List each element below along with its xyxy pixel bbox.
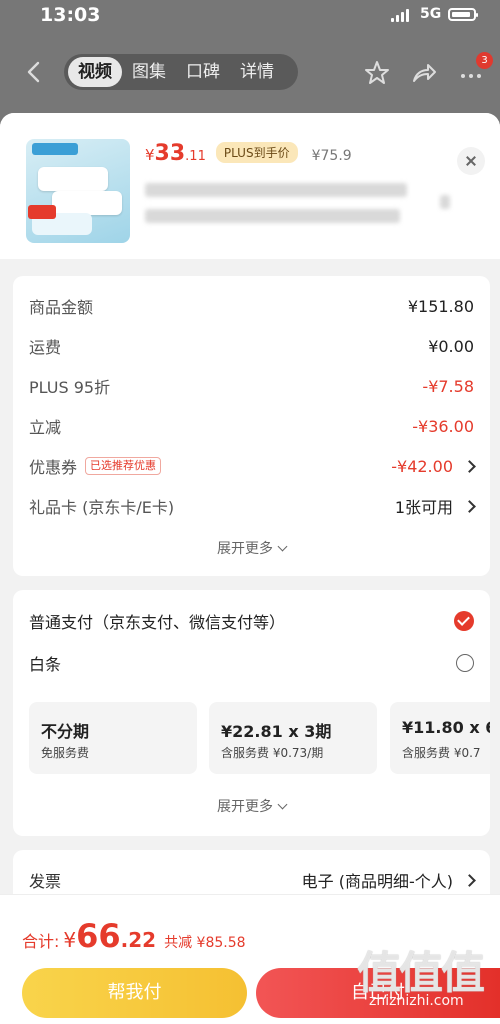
- invoice-label: 发票: [29, 872, 62, 891]
- tab-video[interactable]: 视频: [68, 57, 122, 87]
- chevron-right-icon: [463, 873, 476, 887]
- expand-label: 展开更多: [217, 799, 273, 815]
- summary-label: PLUS 95折: [29, 378, 111, 397]
- summary-label: 立减: [29, 418, 62, 437]
- tab-gallery[interactable]: 图集: [122, 57, 176, 87]
- summary-row-coupon[interactable]: 优惠券 已选推荐优惠 -¥42.00: [29, 452, 476, 480]
- payment-card: 普通支付（京东支付、微信支付等） 白条 不分期 免服务费 ¥22.81 x 3期…: [13, 590, 490, 836]
- summary-value: ¥0.00: [428, 336, 474, 356]
- installment-plan[interactable]: 不分期 免服务费: [29, 702, 197, 774]
- chevron-right-icon: [463, 499, 476, 513]
- close-button[interactable]: [457, 147, 485, 175]
- tab-details[interactable]: 详情: [230, 57, 284, 87]
- summary-row-giftcard[interactable]: 礼品卡 (京东卡/E卡) 1张可用: [29, 492, 476, 520]
- installment-plan[interactable]: ¥11.80 x 6 含服务费 ¥0.7: [390, 702, 490, 774]
- order-total: 合计: ¥ 66 .22 共减 ¥85.58: [22, 917, 246, 955]
- radio-unchecked-icon[interactable]: [456, 654, 474, 672]
- plan-fee: 含服务费 ¥0.73/期: [221, 746, 324, 760]
- site-watermark: 值值值 zhizhizhi.com: [357, 937, 497, 1012]
- watermark-logo: 值值值: [357, 948, 485, 999]
- invoice-row: 发票 电子 (商品明细-个人): [29, 866, 476, 894]
- product-qty-blurred: [440, 195, 450, 209]
- chevron-down-icon: [277, 799, 288, 810]
- total-label: 合计:: [22, 932, 60, 951]
- summary-label: 运费: [29, 338, 62, 357]
- coupon-tag: 已选推荐优惠: [85, 457, 162, 475]
- summary-value: ¥151.80: [407, 296, 474, 316]
- status-time: 13:03: [40, 4, 101, 26]
- product-price: ¥ 33 .11 PLUS到手价 ¥75.9: [145, 141, 352, 166]
- payment-option-baitiao[interactable]: 白条: [29, 648, 474, 678]
- plan-fee: 含服务费 ¥0.7: [402, 746, 481, 760]
- more-badge: 3: [476, 52, 493, 69]
- summary-row-goods: 商品金额 ¥151.80: [29, 292, 474, 320]
- total-savings: 共减 ¥85.58: [164, 935, 246, 951]
- share-icon[interactable]: [411, 60, 437, 86]
- top-nav: 视频 图集 口碑 详情 3: [0, 48, 500, 96]
- product-thumbnail: [26, 139, 130, 243]
- summary-value: -¥42.00: [391, 456, 453, 476]
- tab-reviews[interactable]: 口碑: [176, 57, 230, 87]
- payment-option-label: 普通支付（京东支付、微信支付等）: [29, 613, 286, 632]
- plan-title: ¥11.80 x 6: [402, 718, 490, 737]
- payment-option-label: 白条: [29, 655, 62, 674]
- help-me-pay-button[interactable]: 帮我付: [22, 968, 247, 1018]
- summary-value: -¥36.00: [412, 416, 474, 436]
- chevron-right-icon: [463, 459, 476, 473]
- plus-price-tag: PLUS到手价: [215, 142, 298, 163]
- price-symbol: ¥: [145, 146, 155, 164]
- plan-title: 不分期: [41, 722, 90, 741]
- watermark-url: zhizhizhi.com: [369, 993, 464, 1009]
- installment-plan[interactable]: ¥22.81 x 3期 含服务费 ¥0.73/期: [209, 702, 377, 774]
- checkout-bottom-bar: 合计: ¥ 66 .22 共减 ¥85.58 帮我付 自己付 值值值 zhizh…: [0, 894, 500, 1024]
- summary-label: 礼品卡 (京东卡/E卡): [29, 498, 175, 517]
- media-tabs: 视频 图集 口碑 详情: [64, 54, 298, 90]
- network-label: 5G: [420, 6, 442, 22]
- original-price: ¥75.9: [311, 148, 352, 164]
- invoice-value: 电子 (商品明细-个人): [301, 872, 453, 891]
- chevron-down-icon: [277, 541, 288, 552]
- total-symbol: ¥: [63, 928, 77, 952]
- star-icon[interactable]: [364, 60, 390, 86]
- summary-label: 商品金额: [29, 298, 94, 317]
- product-title-blurred: [145, 183, 407, 197]
- status-bar: 13:03 5G: [0, 0, 500, 32]
- summary-row-plus: PLUS 95折 -¥7.58: [29, 372, 474, 400]
- price-integer: 33: [154, 141, 186, 166]
- expand-more-payment[interactable]: 展开更多: [13, 796, 490, 816]
- back-icon[interactable]: [24, 60, 44, 84]
- summary-value: 1张可用: [394, 498, 453, 517]
- battery-icon: [448, 8, 478, 21]
- radio-checked-icon[interactable]: [454, 611, 474, 631]
- expand-label: 展开更多: [217, 541, 273, 557]
- summary-row-shipping: 运费 ¥0.00: [29, 332, 474, 360]
- summary-label: 优惠券: [29, 458, 78, 477]
- product-spec-blurred: [145, 209, 400, 223]
- checkout-sheet: ¥ 33 .11 PLUS到手价 ¥75.9 商品金额 ¥151.80 运费 ¥…: [0, 113, 500, 1023]
- plan-fee: 免服务费: [41, 746, 90, 760]
- price-summary-card: 商品金额 ¥151.80 运费 ¥0.00 PLUS 95折 -¥7.58 立减…: [13, 276, 490, 576]
- summary-value: -¥7.58: [422, 376, 474, 396]
- total-integer: 66: [76, 917, 121, 955]
- summary-row-discount: 立减 -¥36.00: [29, 412, 474, 440]
- product-header: ¥ 33 .11 PLUS到手价 ¥75.9: [0, 113, 500, 259]
- price-decimal: .11: [185, 149, 206, 164]
- installment-plans: 不分期 免服务费 ¥22.81 x 3期 含服务费 ¥0.73/期 ¥11.80…: [29, 702, 490, 774]
- plan-title: ¥22.81 x 3期: [221, 722, 332, 741]
- expand-more-summary[interactable]: 展开更多: [13, 538, 490, 558]
- signal-icon: [391, 9, 409, 22]
- total-decimal: .22: [120, 928, 157, 952]
- payment-option-normal[interactable]: 普通支付（京东支付、微信支付等）: [29, 606, 474, 636]
